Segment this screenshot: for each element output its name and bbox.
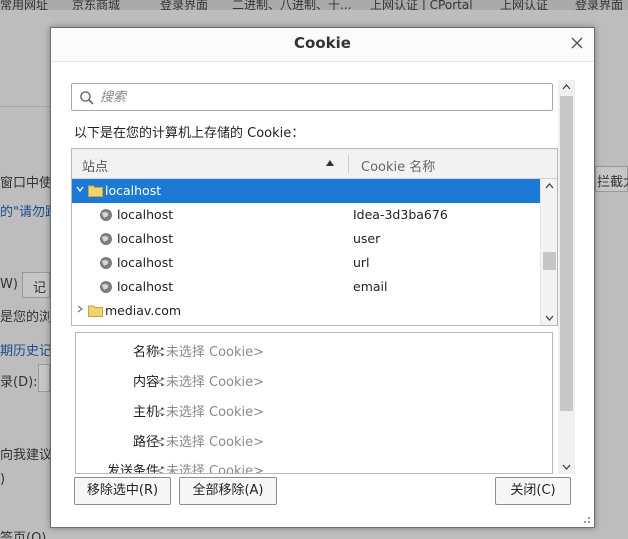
bookmark-item[interactable]: 常用网址 (0, 0, 48, 10)
background-text: 向我建议 (0, 448, 53, 463)
bookmark-item[interactable]: 登录界面 (160, 0, 208, 10)
background-divider (0, 106, 50, 107)
detail-row-host: 主机： <未选择 Cookie> (76, 399, 552, 421)
bookmark-item[interactable]: 京东商城 (72, 0, 120, 10)
dialog-title: Cookie (294, 34, 351, 52)
background-text: 录(D): (0, 375, 38, 390)
detail-row-content: 内容： <未选择 Cookie> (76, 369, 552, 391)
tree-row-cookie[interactable]: localhost email (72, 275, 540, 299)
row-cookie-name: url (353, 255, 370, 270)
row-site: localhost (117, 255, 174, 270)
background-text: 拦截太 (597, 175, 628, 190)
resize-grip-icon[interactable] (581, 514, 591, 524)
row-cookie-name: user (353, 231, 381, 246)
row-cookie-name: email (353, 279, 388, 294)
detail-value: <未选择 Cookie> (155, 405, 265, 420)
cookie-dialog: Cookie 以下是在您的计算机上存储的 Cookie： 站点 Cookie 名… (50, 27, 595, 528)
sort-ascending-icon (326, 160, 334, 166)
background-text: ) (0, 472, 6, 487)
tree-rows: localhost localhost Idea-3d3ba676 localh… (72, 179, 540, 325)
tree-row-cookie[interactable]: localhost user (72, 227, 540, 251)
folder-icon (88, 185, 103, 197)
bookmark-item[interactable]: 上网认证 (500, 0, 548, 10)
globe-icon (100, 233, 112, 245)
row-site: localhost (117, 231, 174, 246)
row-site: localhost (105, 183, 162, 198)
cookie-details: 名称： <未选择 Cookie> 内容： <未选择 Cookie> 主机： <未… (75, 332, 553, 474)
row-site: mediav.com (105, 303, 182, 318)
scrollbar-thumb[interactable] (543, 252, 556, 270)
scrollbar-thumb[interactable] (560, 96, 573, 411)
detail-value: <未选择 Cookie> (155, 345, 265, 360)
tree-scrollbar[interactable] (540, 179, 557, 325)
scroll-down-icon[interactable] (562, 464, 571, 470)
close-button[interactable]: 关闭(C) (495, 477, 571, 505)
background-text: 签页(O) (0, 531, 47, 539)
bookmark-item[interactable]: 登录界面 (575, 0, 623, 10)
detail-row-send-for: 发送条件： <未选择 Cookie> (76, 458, 552, 474)
scroll-down-icon[interactable] (545, 315, 554, 321)
background-text: 是您的浏 (0, 310, 53, 325)
column-header-cookie-name[interactable]: Cookie 名称 (361, 156, 435, 175)
tree-row-mediav-folder[interactable]: mediav.com (72, 299, 540, 323)
detail-value: <未选择 Cookie> (155, 375, 265, 390)
search-input[interactable] (100, 87, 540, 107)
chevron-down-icon[interactable] (76, 185, 84, 193)
detail-value: <未选择 Cookie> (155, 464, 265, 474)
cookie-caption: 以下是在您的计算机上存储的 Cookie： (74, 126, 305, 141)
background-text: 记 (33, 281, 47, 296)
bookmark-item[interactable]: 二进制、八进制、十... (232, 0, 351, 10)
close-icon[interactable] (569, 35, 585, 51)
folder-icon (88, 305, 103, 317)
globe-icon (100, 281, 112, 293)
bookmarks-toolbar: 常用网址 京东商城 登录界面 二进制、八进制、十... 上网认证 | CPort… (0, 0, 628, 10)
scroll-up-icon[interactable] (545, 183, 554, 189)
search-icon (80, 91, 94, 105)
detail-value: <未选择 Cookie> (155, 435, 265, 450)
detail-row-path: 路径： <未选择 Cookie> (76, 429, 552, 451)
row-cookie-name: Idea-3d3ba676 (353, 207, 448, 222)
background-link: 期历史记 (0, 344, 53, 359)
search-box (71, 83, 553, 111)
dialog-titlebar: Cookie (51, 28, 594, 62)
scroll-up-icon[interactable] (562, 84, 571, 90)
tree-row-cookie[interactable]: localhost url (72, 251, 540, 275)
tree-row-cookie[interactable]: localhost Idea-3d3ba676 (72, 203, 540, 227)
row-site: localhost (117, 279, 174, 294)
remove-all-button[interactable]: 全部移除(A) (179, 477, 277, 505)
tree-header: 站点 Cookie 名称 (72, 149, 557, 179)
column-header-site[interactable]: 站点 (82, 156, 108, 175)
bookmark-item[interactable]: 上网认证 | CPortal (370, 0, 473, 10)
row-site: localhost (117, 207, 174, 222)
background-text: 窗口中使 (0, 176, 53, 191)
background-input (38, 364, 50, 392)
globe-icon (100, 257, 112, 269)
chevron-right-icon[interactable] (76, 305, 84, 313)
background-text: W) (0, 277, 18, 292)
cookie-tree: 站点 Cookie 名称 localhost localhost Idea-3d… (71, 148, 558, 326)
globe-icon (100, 209, 112, 221)
dialog-scrollbar[interactable] (558, 80, 575, 474)
remove-selected-button[interactable]: 移除选中(R) (74, 477, 171, 505)
column-divider[interactable] (348, 155, 349, 173)
detail-row-name: 名称： <未选择 Cookie> (76, 339, 552, 361)
tree-row-localhost-folder[interactable]: localhost (72, 179, 540, 203)
